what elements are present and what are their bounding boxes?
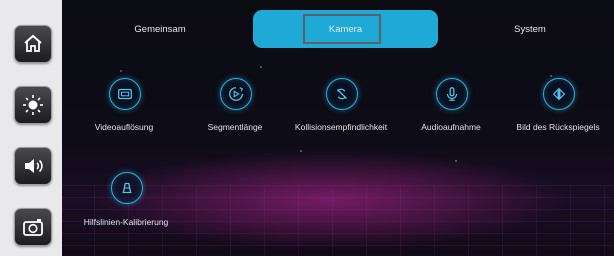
tab-label: Gemeinsam xyxy=(134,23,186,35)
star xyxy=(120,70,122,72)
star xyxy=(550,75,552,77)
feature-label-audioaufnahme[interactable]: Audioaufnahme xyxy=(421,122,481,132)
sidebar-item-volume[interactable] xyxy=(14,147,52,185)
tab-gemeinsam[interactable]: Gemeinsam xyxy=(90,10,230,48)
feature-label-hilfslinien-kalibrierung[interactable]: Hilfslinien-Kalibrierung xyxy=(84,217,169,227)
focus-highlight xyxy=(303,14,381,44)
home-icon xyxy=(24,34,42,52)
star xyxy=(260,66,262,68)
star xyxy=(300,150,302,152)
camera-icon xyxy=(23,219,43,236)
sidebar-item-brightness[interactable] xyxy=(14,86,52,124)
sidebar-item-home[interactable] xyxy=(14,25,52,63)
guide-lines-icon[interactable] xyxy=(111,172,143,204)
main-screen: Gemeinsam Kamera System Videoauflösung S… xyxy=(0,0,614,256)
feature-label-videoaufloesung[interactable]: Videoauflösung xyxy=(95,122,153,132)
microphone-icon[interactable] xyxy=(436,78,468,110)
feature-label-bild-des-rueckspiegels[interactable]: Bild des Rückspiegels xyxy=(516,122,599,132)
mirror-image-icon[interactable] xyxy=(543,78,575,110)
tab-system[interactable]: System xyxy=(460,10,600,48)
star xyxy=(455,160,457,162)
segment-length-icon[interactable] xyxy=(220,78,252,110)
feature-label-kollisionsempfindlichkeit[interactable]: Kollisionsempfindlichkeit xyxy=(295,122,387,132)
sidebar xyxy=(0,0,62,256)
video-resolution-icon[interactable] xyxy=(109,78,141,110)
feature-label-segmentlaenge[interactable]: Segmentlänge xyxy=(208,122,263,132)
brightness-icon xyxy=(23,95,43,115)
volume-icon xyxy=(25,159,43,173)
collision-sensitivity-icon[interactable] xyxy=(326,78,358,110)
tab-label: System xyxy=(514,23,546,35)
sidebar-item-camera[interactable] xyxy=(14,208,52,246)
